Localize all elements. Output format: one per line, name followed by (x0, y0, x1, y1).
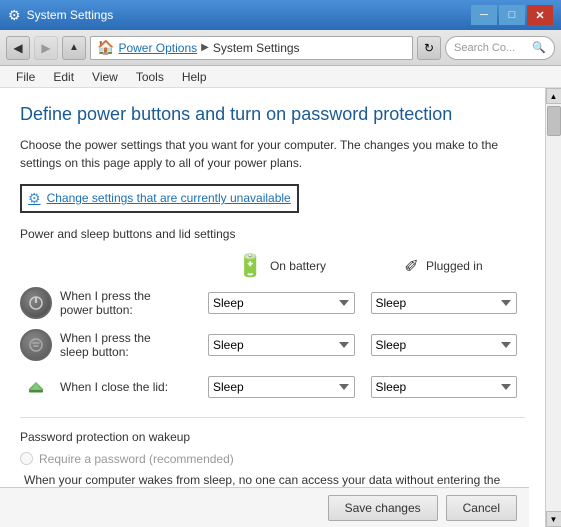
settings-link-icon: ⚙ (28, 190, 41, 207)
scrollbar-up-button[interactable]: ▲ (546, 88, 561, 104)
power-icon (20, 287, 52, 319)
plugged-in-label: Plugged in (426, 259, 483, 273)
address-field[interactable]: 🏠 Power Options ▶ System Settings (90, 36, 413, 60)
scrollbar-down-button[interactable]: ▼ (546, 511, 561, 527)
plug-icon: ✏ (400, 253, 426, 279)
title-bar-left: ⚙ System Settings (8, 7, 113, 24)
menu-view[interactable]: View (84, 68, 126, 86)
search-icon: 🔍 (532, 41, 546, 54)
search-box[interactable]: Search Co... 🔍 (445, 36, 555, 60)
power-on-battery-wrap: Do nothing Sleep Hibernate Shut down (200, 292, 363, 314)
menu-file[interactable]: File (8, 68, 43, 86)
settings-grid: 🔋 On battery ✏ Plugged in (20, 253, 525, 403)
close-button[interactable]: ✕ (527, 5, 553, 25)
require-password-radio[interactable] (20, 452, 33, 465)
on-battery-header: 🔋 On battery (200, 253, 363, 279)
scrollbar-thumb[interactable] (547, 106, 561, 136)
lid-on-battery-wrap: Do nothing Sleep Hibernate Shut down (200, 376, 363, 398)
page-description: Choose the power settings that you want … (20, 136, 525, 172)
maximize-button[interactable]: □ (499, 5, 525, 25)
page-title: Define power buttons and turn on passwor… (20, 104, 525, 126)
sleep-on-battery-dropdown[interactable]: Do nothing Sleep Hibernate Shut down (208, 334, 355, 356)
sleep-button-label: When I press the sleep button: (20, 329, 200, 361)
plugged-in-header: ✏ Plugged in (363, 255, 526, 276)
forward-button[interactable]: ▶ (34, 36, 58, 60)
require-password-label[interactable]: Require a password (recommended) (20, 452, 525, 466)
refresh-button[interactable]: ↻ (417, 36, 441, 60)
on-battery-label: On battery (270, 259, 326, 273)
cancel-button[interactable]: Cancel (446, 495, 517, 521)
power-plugged-in-wrap: Do nothing Sleep Hibernate Shut down (363, 292, 526, 314)
require-password-text: Require a password (recommended) (39, 452, 234, 466)
breadcrumb-path2: System Settings (213, 41, 300, 55)
lid-plugged-in-wrap: Do nothing Sleep Hibernate Shut down (363, 376, 526, 398)
power-button-row: When I press the power button: Do nothin… (20, 287, 525, 319)
battery-icon: 🔋 (237, 253, 264, 279)
window-controls: ─ □ ✕ (471, 5, 553, 25)
lid-row: When I close the lid: Do nothing Sleep H… (20, 371, 525, 403)
sleep-on-battery-wrap: Do nothing Sleep Hibernate Shut down (200, 334, 363, 356)
main-content: Define power buttons and turn on passwor… (0, 88, 561, 527)
menu-bar: File Edit View Tools Help (0, 66, 561, 88)
lid-plugged-in-dropdown[interactable]: Do nothing Sleep Hibernate Shut down (371, 376, 518, 398)
content-area: Define power buttons and turn on passwor… (0, 88, 545, 527)
breadcrumb-path1: Power Options (118, 41, 197, 55)
menu-edit[interactable]: Edit (45, 68, 82, 86)
save-changes-button[interactable]: Save changes (328, 495, 438, 521)
app-icon: ⚙ (8, 7, 21, 24)
up-button[interactable]: ▲ (62, 36, 86, 60)
lid-text: When I close the lid: (60, 380, 168, 394)
minimize-button[interactable]: ─ (471, 5, 497, 25)
password-title: Password protection on wakeup (20, 430, 525, 444)
footer: Save changes Cancel (0, 487, 529, 527)
title-bar: ⚙ System Settings ─ □ ✕ (0, 0, 561, 30)
change-settings-link[interactable]: ⚙ Change settings that are currently una… (20, 184, 299, 213)
sleep-icon (20, 329, 52, 361)
power-button-text: When I press the power button: (60, 289, 151, 317)
breadcrumb-icon: 🏠 (97, 39, 114, 56)
lid-on-battery-dropdown[interactable]: Do nothing Sleep Hibernate Shut down (208, 376, 355, 398)
lid-label: When I close the lid: (20, 371, 200, 403)
section-title: Power and sleep buttons and lid settings (20, 227, 525, 241)
window-title: System Settings (27, 8, 114, 22)
sleep-plugged-in-dropdown[interactable]: Do nothing Sleep Hibernate Shut down (371, 334, 518, 356)
content-inner: Define power buttons and turn on passwor… (20, 104, 525, 527)
power-button-label: When I press the power button: (20, 287, 200, 319)
address-bar: ◀ ▶ ▲ 🏠 Power Options ▶ System Settings … (0, 30, 561, 66)
back-button[interactable]: ◀ (6, 36, 30, 60)
sleep-plugged-in-wrap: Do nothing Sleep Hibernate Shut down (363, 334, 526, 356)
sleep-button-row: When I press the sleep button: Do nothin… (20, 329, 525, 361)
grid-header: 🔋 On battery ✏ Plugged in (20, 253, 525, 279)
settings-link-text: Change settings that are currently unava… (47, 191, 291, 205)
sleep-button-text: When I press the sleep button: (60, 331, 151, 359)
power-on-battery-dropdown[interactable]: Do nothing Sleep Hibernate Shut down (208, 292, 355, 314)
lid-icon (20, 371, 52, 403)
power-plugged-in-dropdown[interactable]: Do nothing Sleep Hibernate Shut down (371, 292, 518, 314)
search-placeholder: Search Co... (454, 42, 532, 54)
menu-help[interactable]: Help (174, 68, 215, 86)
menu-tools[interactable]: Tools (128, 68, 172, 86)
scrollbar: ▲ ▼ (545, 88, 561, 527)
breadcrumb-arrow: ▶ (201, 42, 209, 53)
